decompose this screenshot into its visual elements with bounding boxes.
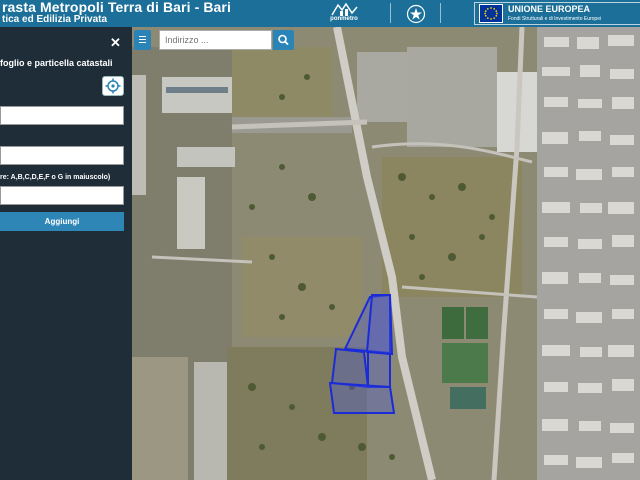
crosshair-icon — [105, 78, 121, 94]
satellite-map[interactable] — [132, 27, 640, 480]
hamburger-icon-line — [139, 42, 146, 43]
ponmetro-logo: ponmetro — [324, 1, 364, 25]
republic-emblem — [406, 4, 426, 24]
address-search-input[interactable] — [159, 30, 272, 50]
locate-button[interactable] — [102, 76, 124, 96]
panel-title: foglio e particella catastali — [0, 58, 113, 68]
hamburger-icon — [139, 36, 146, 37]
eu-flag-icon — [479, 4, 503, 23]
app-subtitle: tica ed Edilizia Privata — [2, 14, 108, 25]
add-button[interactable]: Aggiungi — [0, 212, 124, 231]
map-menu-button[interactable] — [134, 30, 151, 50]
eu-subtitle: Fondi Strutturali e di Investimento Euro… — [508, 16, 602, 22]
hamburger-icon-line — [139, 39, 146, 40]
foglio-input[interactable] — [0, 106, 124, 125]
map-imagery — [132, 27, 640, 480]
search-icon — [278, 34, 289, 46]
app-title: rasta Metropoli Terra di Bari - Bari — [2, 0, 231, 15]
particella-input[interactable] — [0, 146, 124, 165]
ponmetro-logo-icon — [331, 2, 358, 16]
close-icon[interactable]: ✕ — [110, 35, 121, 51]
zone-letter-input[interactable] — [0, 186, 124, 205]
eu-logo: UNIONE EUROPEA Fondi Strutturali e di In… — [474, 2, 640, 25]
ponmetro-label: ponmetro — [330, 16, 358, 22]
search-button[interactable] — [273, 30, 294, 50]
app-header: rasta Metropoli Terra di Bari - Bari tic… — [0, 0, 640, 27]
star-emblem-icon — [406, 4, 426, 24]
header-divider — [390, 3, 391, 23]
header-divider — [440, 3, 441, 23]
cadastral-search-panel: ✕ foglio e particella catastali re: A,B,… — [0, 27, 132, 480]
subalterno-hint: re: A,B,C,D,E,F o G in maiuscolo) — [0, 174, 111, 181]
eu-title: UNIONE EUROPEA — [508, 4, 591, 14]
